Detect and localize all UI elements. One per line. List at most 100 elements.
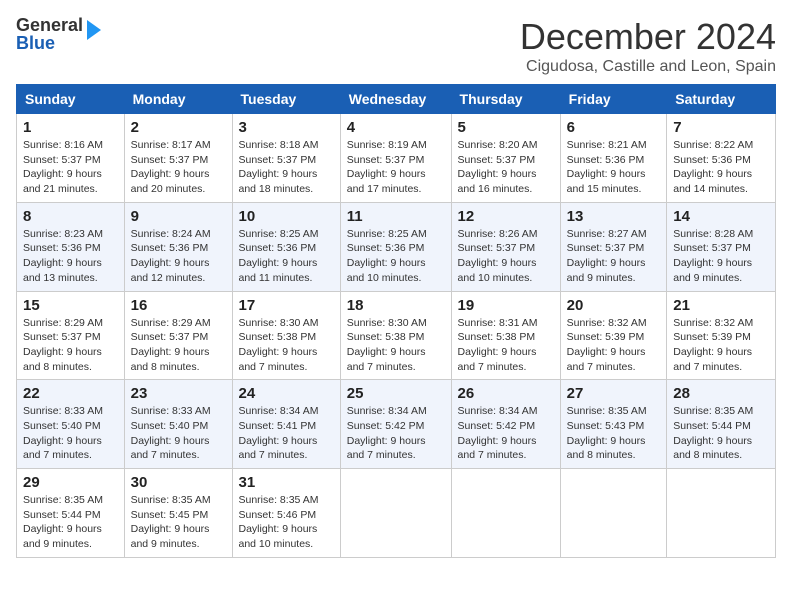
calendar-cell: 24 Sunrise: 8:34 AMSunset: 5:41 PMDayligh… bbox=[232, 380, 340, 469]
day-info: Sunrise: 8:31 AMSunset: 5:38 PMDaylight:… bbox=[458, 316, 554, 375]
day-info: Sunrise: 8:28 AMSunset: 5:37 PMDaylight:… bbox=[673, 227, 769, 286]
day-info: Sunrise: 8:24 AMSunset: 5:36 PMDaylight:… bbox=[131, 227, 226, 286]
calendar-cell bbox=[451, 469, 560, 558]
day-info: Sunrise: 8:30 AMSunset: 5:38 PMDaylight:… bbox=[347, 316, 445, 375]
calendar-day-header: Sunday bbox=[17, 85, 125, 114]
day-info: Sunrise: 8:16 AMSunset: 5:37 PMDaylight:… bbox=[23, 138, 118, 197]
calendar-cell: 11 Sunrise: 8:25 AMSunset: 5:36 PMDayligh… bbox=[340, 202, 451, 291]
day-number: 14 bbox=[673, 208, 769, 225]
day-number: 29 bbox=[23, 474, 118, 491]
calendar-cell: 6 Sunrise: 8:21 AMSunset: 5:36 PMDaylight… bbox=[560, 114, 667, 203]
calendar-cell bbox=[667, 469, 776, 558]
logo-arrow-icon bbox=[87, 20, 101, 40]
calendar-header-row: SundayMondayTuesdayWednesdayThursdayFrid… bbox=[17, 85, 776, 114]
calendar-cell: 15Sunrise: 8:29 AMSunset: 5:37 PMDayligh… bbox=[17, 291, 125, 380]
calendar-day-header: Saturday bbox=[667, 85, 776, 114]
day-info: Sunrise: 8:22 AMSunset: 5:36 PMDaylight:… bbox=[673, 138, 769, 197]
day-number: 27 bbox=[567, 385, 661, 402]
calendar-cell: 30 Sunrise: 8:35 AMSunset: 5:45 PMDayligh… bbox=[124, 469, 232, 558]
calendar-day-header: Thursday bbox=[451, 85, 560, 114]
day-info: Sunrise: 8:34 AMSunset: 5:42 PMDaylight:… bbox=[458, 404, 554, 463]
location: Cigudosa, Castille and Leon, Spain bbox=[520, 58, 776, 76]
day-info: Sunrise: 8:35 AMSunset: 5:45 PMDaylight:… bbox=[131, 493, 226, 552]
day-info: Sunrise: 8:21 AMSunset: 5:36 PMDaylight:… bbox=[567, 138, 661, 197]
day-info: Sunrise: 8:35 AMSunset: 5:44 PMDaylight:… bbox=[673, 404, 769, 463]
day-info: Sunrise: 8:35 AMSunset: 5:46 PMDaylight:… bbox=[239, 493, 334, 552]
day-info: Sunrise: 8:20 AMSunset: 5:37 PMDaylight:… bbox=[458, 138, 554, 197]
calendar-cell: 25 Sunrise: 8:34 AMSunset: 5:42 PMDayligh… bbox=[340, 380, 451, 469]
calendar-cell: 28 Sunrise: 8:35 AMSunset: 5:44 PMDayligh… bbox=[667, 380, 776, 469]
calendar-cell bbox=[560, 469, 667, 558]
calendar-cell: 16Sunrise: 8:29 AMSunset: 5:37 PMDayligh… bbox=[124, 291, 232, 380]
day-number: 1 bbox=[23, 119, 118, 136]
calendar-cell: 1 Sunrise: 8:16 AMSunset: 5:37 PMDaylight… bbox=[17, 114, 125, 203]
day-number: 31 bbox=[239, 474, 334, 491]
day-info: Sunrise: 8:30 AMSunset: 5:38 PMDaylight:… bbox=[239, 316, 334, 375]
calendar-body: 1 Sunrise: 8:16 AMSunset: 5:37 PMDaylight… bbox=[17, 114, 776, 558]
calendar-cell: 29 Sunrise: 8:35 AMSunset: 5:44 PMDayligh… bbox=[17, 469, 125, 558]
day-info: Sunrise: 8:32 AMSunset: 5:39 PMDaylight:… bbox=[673, 316, 769, 375]
logo: General Blue bbox=[16, 16, 101, 52]
calendar-week-row: 1 Sunrise: 8:16 AMSunset: 5:37 PMDaylight… bbox=[17, 114, 776, 203]
day-info: Sunrise: 8:33 AMSunset: 5:40 PMDaylight:… bbox=[23, 404, 118, 463]
day-number: 11 bbox=[347, 208, 445, 225]
day-number: 16 bbox=[131, 297, 226, 314]
calendar-cell: 4 Sunrise: 8:19 AMSunset: 5:37 PMDaylight… bbox=[340, 114, 451, 203]
calendar-cell: 3Sunrise: 8:18 AMSunset: 5:37 PMDaylight… bbox=[232, 114, 340, 203]
calendar-cell: 17 Sunrise: 8:30 AMSunset: 5:38 PMDayligh… bbox=[232, 291, 340, 380]
day-info: Sunrise: 8:32 AMSunset: 5:39 PMDaylight:… bbox=[567, 316, 661, 375]
calendar-cell: 14 Sunrise: 8:28 AMSunset: 5:37 PMDayligh… bbox=[667, 202, 776, 291]
day-number: 4 bbox=[347, 119, 445, 136]
day-number: 28 bbox=[673, 385, 769, 402]
day-info: Sunrise: 8:34 AMSunset: 5:41 PMDaylight:… bbox=[239, 404, 334, 463]
day-number: 6 bbox=[567, 119, 661, 136]
calendar-day-header: Wednesday bbox=[340, 85, 451, 114]
day-info: Sunrise: 8:19 AMSunset: 5:37 PMDaylight:… bbox=[347, 138, 445, 197]
day-number: 21 bbox=[673, 297, 769, 314]
calendar-table: SundayMondayTuesdayWednesdayThursdayFrid… bbox=[16, 84, 776, 558]
calendar-day-header: Monday bbox=[124, 85, 232, 114]
day-info: Sunrise: 8:23 AMSunset: 5:36 PMDaylight:… bbox=[23, 227, 118, 286]
day-info: Sunrise: 8:34 AMSunset: 5:42 PMDaylight:… bbox=[347, 404, 445, 463]
day-info: Sunrise: 8:33 AMSunset: 5:40 PMDaylight:… bbox=[131, 404, 226, 463]
title-block: December 2024 Cigudosa, Castille and Leo… bbox=[520, 16, 776, 76]
day-info: Sunrise: 8:26 AMSunset: 5:37 PMDaylight:… bbox=[458, 227, 554, 286]
calendar-cell: 2 Sunrise: 8:17 AMSunset: 5:37 PMDaylight… bbox=[124, 114, 232, 203]
day-number: 2 bbox=[131, 119, 226, 136]
calendar-week-row: 22Sunrise: 8:33 AMSunset: 5:40 PMDayligh… bbox=[17, 380, 776, 469]
day-info: Sunrise: 8:17 AMSunset: 5:37 PMDaylight:… bbox=[131, 138, 226, 197]
calendar-cell: 27Sunrise: 8:35 AMSunset: 5:43 PMDayligh… bbox=[560, 380, 667, 469]
day-number: 25 bbox=[347, 385, 445, 402]
calendar-cell: 7 Sunrise: 8:22 AMSunset: 5:36 PMDaylight… bbox=[667, 114, 776, 203]
day-info: Sunrise: 8:27 AMSunset: 5:37 PMDaylight:… bbox=[567, 227, 661, 286]
day-number: 20 bbox=[567, 297, 661, 314]
day-info: Sunrise: 8:25 AMSunset: 5:36 PMDaylight:… bbox=[239, 227, 334, 286]
day-number: 12 bbox=[458, 208, 554, 225]
calendar-cell: 13 Sunrise: 8:27 AMSunset: 5:37 PMDayligh… bbox=[560, 202, 667, 291]
calendar-cell: 10Sunrise: 8:25 AMSunset: 5:36 PMDayligh… bbox=[232, 202, 340, 291]
month-title: December 2024 bbox=[520, 16, 776, 58]
day-number: 5 bbox=[458, 119, 554, 136]
calendar-cell: 23Sunrise: 8:33 AMSunset: 5:40 PMDayligh… bbox=[124, 380, 232, 469]
page-header: General Blue December 2024 Cigudosa, Cas… bbox=[16, 16, 776, 76]
calendar-week-row: 29 Sunrise: 8:35 AMSunset: 5:44 PMDayligh… bbox=[17, 469, 776, 558]
day-number: 9 bbox=[131, 208, 226, 225]
calendar-cell: 22Sunrise: 8:33 AMSunset: 5:40 PMDayligh… bbox=[17, 380, 125, 469]
day-number: 26 bbox=[458, 385, 554, 402]
day-number: 17 bbox=[239, 297, 334, 314]
day-number: 30 bbox=[131, 474, 226, 491]
calendar-cell: 5 Sunrise: 8:20 AMSunset: 5:37 PMDaylight… bbox=[451, 114, 560, 203]
day-number: 13 bbox=[567, 208, 661, 225]
day-info: Sunrise: 8:25 AMSunset: 5:36 PMDaylight:… bbox=[347, 227, 445, 286]
calendar-cell: 21 Sunrise: 8:32 AMSunset: 5:39 PMDayligh… bbox=[667, 291, 776, 380]
day-number: 24 bbox=[239, 385, 334, 402]
day-info: Sunrise: 8:35 AMSunset: 5:44 PMDaylight:… bbox=[23, 493, 118, 552]
calendar-week-row: 8Sunrise: 8:23 AMSunset: 5:36 PMDaylight… bbox=[17, 202, 776, 291]
calendar-cell: 8Sunrise: 8:23 AMSunset: 5:36 PMDaylight… bbox=[17, 202, 125, 291]
calendar-cell: 18Sunrise: 8:30 AMSunset: 5:38 PMDayligh… bbox=[340, 291, 451, 380]
day-info: Sunrise: 8:29 AMSunset: 5:37 PMDaylight:… bbox=[23, 316, 118, 375]
day-number: 19 bbox=[458, 297, 554, 314]
calendar-day-header: Friday bbox=[560, 85, 667, 114]
calendar-week-row: 15Sunrise: 8:29 AMSunset: 5:37 PMDayligh… bbox=[17, 291, 776, 380]
day-number: 7 bbox=[673, 119, 769, 136]
